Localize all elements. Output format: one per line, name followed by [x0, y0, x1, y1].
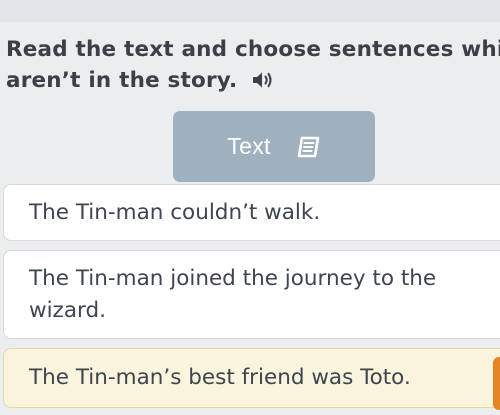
answer-option-1[interactable]: The Tin-man couldn’t walk.: [3, 184, 500, 241]
selected-indicator: [493, 357, 500, 410]
answer-option-2-text: The Tin-man joined the journey to the wi…: [29, 266, 437, 323]
answer-option-2[interactable]: The Tin-man joined the journey to the wi…: [3, 250, 500, 339]
answer-option-3-text: The Tin-man’s best friend was Toto.: [29, 365, 411, 390]
speaker-icon[interactable]: [251, 68, 277, 88]
question-line-2: aren’t in the story.: [6, 65, 500, 96]
text-button[interactable]: Text: [173, 111, 375, 182]
question-line-2-text: aren’t in the story.: [6, 68, 238, 93]
answer-option-3[interactable]: The Tin-man’s best friend was Toto.: [3, 348, 500, 408]
question-line-1: Read the text and choose sentences which: [6, 37, 500, 62]
question-heading: Read the text and choose sentences which…: [6, 34, 500, 96]
answer-option-1-text: The Tin-man couldn’t walk.: [29, 199, 321, 225]
top-bar: [0, 0, 500, 22]
text-button-label: Text: [227, 133, 271, 159]
book-icon: [297, 136, 321, 158]
